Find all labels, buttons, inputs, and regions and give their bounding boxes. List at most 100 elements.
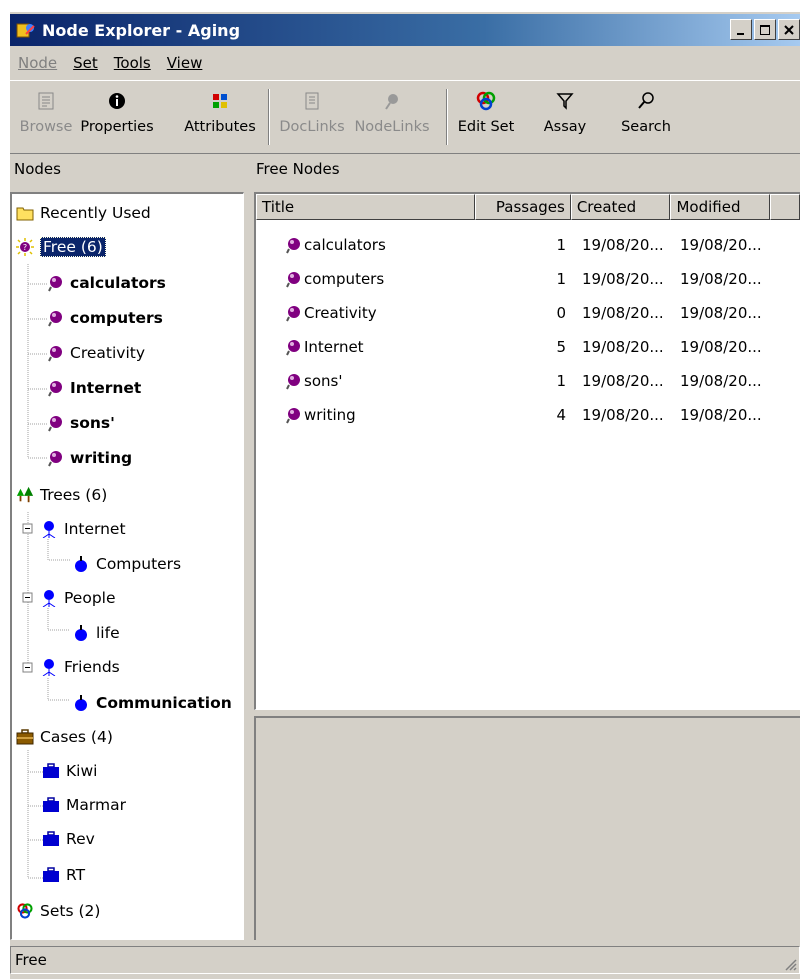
browse-button[interactable]: Browse — [20, 87, 72, 149]
cell-title-text: calculators — [304, 236, 386, 254]
tree-item-free-node[interactable]: computers — [46, 303, 163, 333]
assay-button[interactable]: Assay — [540, 87, 590, 149]
menu-node-label: Node — [18, 54, 58, 72]
doclinks-button[interactable]: DocLinks — [279, 87, 345, 149]
cell-created: 19/08/20... — [582, 372, 664, 390]
tree-item-people[interactable]: People — [40, 583, 116, 613]
cell-title: sons' — [284, 364, 342, 398]
tree-item-life[interactable]: life — [72, 618, 120, 648]
minimize-button[interactable] — [730, 19, 752, 40]
tree-item-case[interactable]: Marmar — [42, 790, 126, 820]
free-nodes-list[interactable]: Title Passages Created Modified calculat… — [254, 192, 800, 710]
toolbar-separator — [268, 89, 270, 145]
title-bar[interactable]: Node Explorer - Aging — [10, 14, 800, 46]
tree-item-free-node[interactable]: sons' — [46, 408, 115, 438]
folder-icon — [16, 204, 34, 222]
tree-node-icon — [40, 658, 58, 676]
status-text: Free — [15, 951, 47, 969]
cell-title-text: writing — [304, 406, 356, 424]
tree-item-recently-used[interactable]: Recently Used — [16, 198, 151, 228]
properties-button[interactable]: Properties — [78, 87, 156, 149]
tree-item-sets[interactable]: Sets (2) — [16, 896, 100, 926]
column-header-created[interactable]: Created — [570, 194, 671, 220]
status-bar: Free — [10, 946, 800, 974]
cell-title-text: Internet — [304, 338, 364, 356]
screen-edge-top — [0, 0, 800, 12]
tree-item-case[interactable]: RT — [42, 860, 85, 890]
cell-modified: 19/08/20... — [680, 338, 762, 356]
edit-set-button[interactable]: Edit Set — [456, 87, 516, 149]
column-header-modified[interactable]: Modified — [670, 194, 771, 220]
funnel-icon — [555, 87, 575, 115]
tree-item-label: Kiwi — [66, 762, 98, 780]
assay-label: Assay — [543, 119, 587, 135]
menu-set[interactable]: Set — [65, 54, 106, 72]
cell-created: 19/08/20... — [582, 406, 664, 424]
tree-leaf-icon — [72, 555, 90, 573]
tree-item-label: Sets (2) — [40, 902, 101, 920]
maximize-button[interactable] — [754, 19, 776, 40]
attributes-button[interactable]: Attributes — [182, 87, 258, 149]
close-icon — [784, 24, 794, 35]
cell-passages: 5 — [556, 338, 566, 356]
close-button[interactable] — [778, 19, 800, 40]
table-row[interactable]: writing 4 19/08/20... 19/08/20... — [256, 398, 800, 432]
table-row[interactable]: Internet 5 19/08/20... 19/08/20... — [256, 330, 800, 364]
tree-item-case[interactable]: Kiwi — [42, 756, 97, 786]
tree-item-label: Communication — [96, 694, 232, 712]
table-row[interactable]: Creativity 0 19/08/20... 19/08/20... — [256, 296, 800, 330]
tree-item-free-node[interactable]: writing — [46, 443, 132, 473]
tree-item-label: Creativity — [70, 344, 146, 362]
menu-view[interactable]: View — [159, 54, 211, 72]
search-button[interactable]: Search — [618, 87, 674, 149]
menu-view-label: View — [166, 54, 203, 72]
minimize-icon — [737, 32, 744, 35]
nodes-pane-header: Nodes — [14, 160, 61, 178]
free-node-icon — [284, 236, 302, 254]
node-tree[interactable]: Recently Used ? Free (6) calculators com… — [10, 192, 244, 940]
table-row[interactable]: calculators 1 19/08/20... 19/08/20... — [256, 228, 800, 262]
cell-title: computers — [284, 262, 384, 296]
table-row[interactable]: computers 1 19/08/20... 19/08/20... — [256, 262, 800, 296]
nodelinks-label: NodeLinks — [354, 119, 430, 135]
table-row[interactable]: sons' 1 19/08/20... 19/08/20... — [256, 364, 800, 398]
tree-item-free-node[interactable]: calculators — [46, 268, 166, 298]
toolbar-separator — [446, 89, 448, 145]
tree-item-computers[interactable]: Computers — [72, 549, 181, 579]
tree-node-icon — [40, 589, 58, 607]
menu-tools[interactable]: Tools — [106, 54, 159, 72]
tree-item-friends[interactable]: Friends — [40, 652, 120, 682]
free-node-icon — [46, 309, 64, 327]
nodelinks-icon — [382, 87, 402, 115]
properties-label: Properties — [80, 119, 154, 135]
free-node-icon — [46, 449, 64, 467]
tree-item-communication[interactable]: Communication — [72, 688, 232, 718]
tree-item-label: Trees (6) — [40, 486, 108, 504]
tree-item-free[interactable]: ? Free (6) — [16, 232, 106, 262]
cell-passages: 1 — [556, 236, 566, 254]
tree-item-label: Rev — [66, 830, 95, 848]
tree-item-label: Marmar — [66, 796, 126, 814]
cell-passages: 4 — [556, 406, 566, 424]
tree-item-free-node[interactable]: Internet — [46, 373, 141, 403]
free-nodes-pane-header: Free Nodes — [256, 160, 340, 178]
tree-item-label: life — [96, 624, 120, 642]
column-header-passages[interactable]: Passages — [475, 194, 571, 220]
cell-passages: 1 — [556, 270, 566, 288]
tree-item-label: Free (6) — [40, 237, 106, 257]
free-node-icon — [46, 344, 64, 362]
tree-item-internet[interactable]: Internet — [40, 514, 126, 544]
set-rings-icon — [475, 87, 497, 115]
column-header-title[interactable]: Title — [256, 194, 476, 220]
cell-modified: 19/08/20... — [680, 270, 762, 288]
menu-node[interactable]: Node — [10, 54, 65, 72]
tree-item-trees[interactable]: Trees (6) — [16, 480, 107, 510]
tree-item-cases[interactable]: Cases (4) — [16, 722, 113, 752]
tree-item-case[interactable]: Rev — [42, 824, 95, 854]
list-header: Title Passages Created Modified — [256, 194, 800, 220]
resize-grip-icon[interactable] — [783, 957, 797, 971]
tree-item-label: RT — [66, 866, 86, 884]
free-node-icon — [46, 274, 64, 292]
tree-item-free-node[interactable]: Creativity — [46, 338, 145, 368]
nodelinks-button[interactable]: NodeLinks — [354, 87, 430, 149]
